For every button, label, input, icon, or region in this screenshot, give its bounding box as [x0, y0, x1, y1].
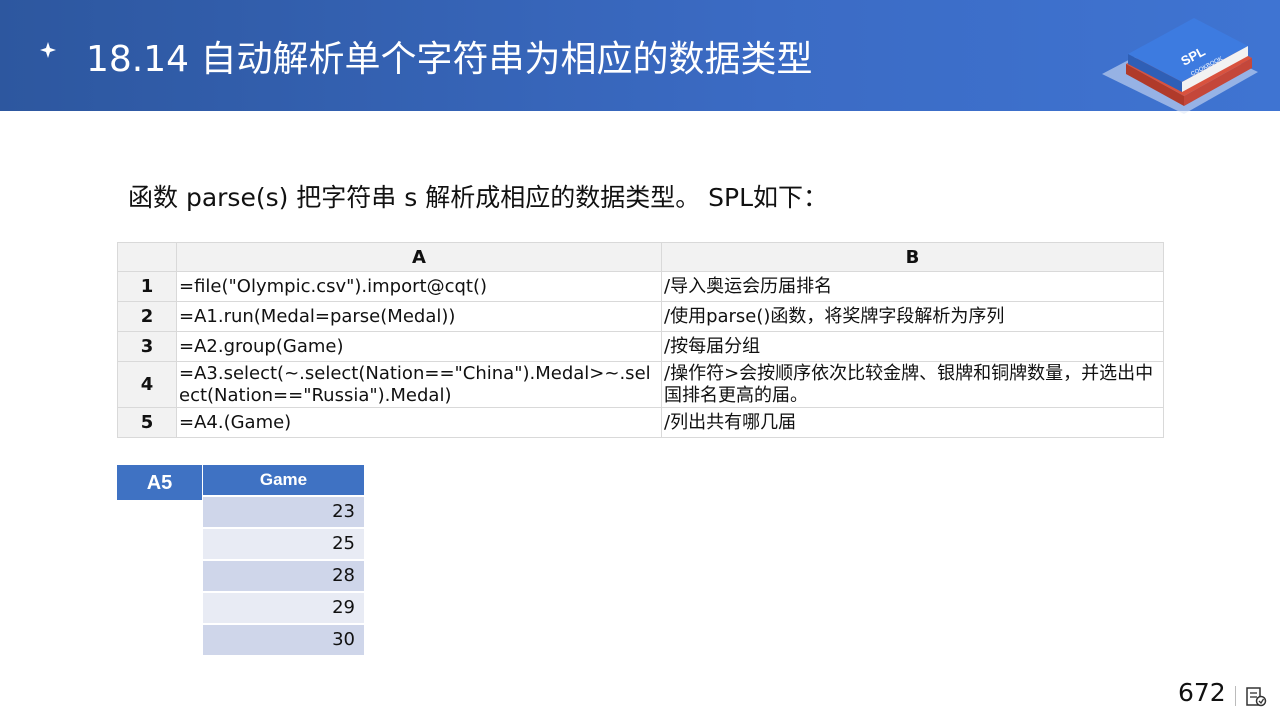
footer-divider — [1235, 686, 1236, 706]
slide-header: 18.14 自动解析单个字符串为相应的数据类型 SPL COOKBOOK — [0, 0, 1280, 114]
cell-a5[interactable]: =A4.(Game) — [176, 407, 662, 438]
cell-a2-text: =A1.run(Medal=parse(Medal)) — [179, 305, 456, 327]
result-row: 30 — [203, 625, 364, 657]
result-row: 28 — [203, 561, 364, 593]
cell-a3-text: =A2.group(Game) — [179, 335, 344, 357]
page-number: 672 — [1178, 678, 1226, 707]
cell-b4[interactable]: /操作符>会按顺序依次比较金牌、银牌和铜牌数量，并选出中国排名更高的届。 — [661, 361, 1164, 408]
result-row: 23 — [203, 497, 364, 529]
result-row: 25 — [203, 529, 364, 561]
cell-b1[interactable]: /导入奥运会历届排名 — [661, 271, 1164, 302]
row-number[interactable]: 2 — [117, 301, 177, 332]
cell-b5-text: /列出共有哪几届 — [664, 411, 797, 433]
row-number[interactable]: 1 — [117, 271, 177, 302]
intro-text: 函数 parse(s) 把字符串 s 解析成相应的数据类型。 SPL如下： — [128, 183, 829, 212]
cell-a3[interactable]: =A2.group(Game) — [176, 331, 662, 362]
grid-row: 4 =A3.select(~.select(Nation=="China").M… — [117, 361, 1164, 408]
cell-b2-text: /使用parse()函数，将奖牌字段解析为序列 — [664, 305, 1005, 327]
result-table: Game 23 25 28 29 30 — [203, 465, 364, 657]
grid-row: 2 =A1.run(Medal=parse(Medal)) /使用parse()… — [117, 301, 1164, 332]
cell-a4-text: =A3.select(~.select(Nation=="China").Med… — [179, 362, 651, 406]
row-number[interactable]: 4 — [117, 361, 177, 408]
cell-b2[interactable]: /使用parse()函数，将奖牌字段解析为序列 — [661, 301, 1164, 332]
grid-row: 5 =A4.(Game) /列出共有哪几届 — [117, 407, 1164, 438]
grid-row: 1 =file("Olympic.csv").import@cqt() /导入奥… — [117, 271, 1164, 302]
cell-a5-text: =A4.(Game) — [179, 411, 292, 433]
slide-title: 18.14 自动解析单个字符串为相应的数据类型 — [86, 39, 813, 80]
cell-a1[interactable]: =file("Olympic.csv").import@cqt() — [176, 271, 662, 302]
spl-cookbook-logo: SPL COOKBOOK — [1102, 18, 1258, 114]
result-column-header: Game — [203, 465, 364, 497]
sparkle-icon — [40, 42, 56, 58]
result-row: 29 — [203, 593, 364, 625]
cell-b4-text: /操作符>会按顺序依次比较金牌、银牌和铜牌数量，并选出中国排名更高的届。 — [664, 362, 1154, 406]
row-number[interactable]: 3 — [117, 331, 177, 362]
cell-b3[interactable]: /按每届分组 — [661, 331, 1164, 362]
result-cell-label: A5 — [117, 465, 202, 500]
grid-corner-cell — [117, 242, 177, 272]
cell-b1-text: /导入奥运会历届排名 — [664, 275, 833, 297]
column-header-b[interactable]: B — [661, 242, 1164, 272]
cell-b5[interactable]: /列出共有哪几届 — [661, 407, 1164, 438]
cell-a1-text: =file("Olympic.csv").import@cqt() — [179, 275, 488, 297]
grid-row: 3 =A2.group(Game) /按每届分组 — [117, 331, 1164, 362]
notes-icon[interactable] — [1245, 686, 1267, 708]
row-number[interactable]: 5 — [117, 407, 177, 438]
spl-code-grid: A B 1 =file("Olympic.csv").import@cqt() … — [117, 242, 1164, 438]
cell-b3-text: /按每届分组 — [664, 335, 761, 357]
cell-a4[interactable]: =A3.select(~.select(Nation=="China").Med… — [176, 361, 662, 408]
cell-a2[interactable]: =A1.run(Medal=parse(Medal)) — [176, 301, 662, 332]
column-header-a[interactable]: A — [176, 242, 662, 272]
grid-header-row: A B — [117, 242, 1164, 272]
